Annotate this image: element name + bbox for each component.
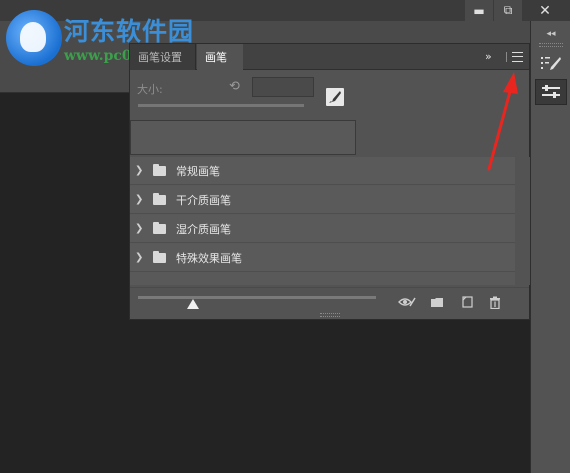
panel-resize-grip[interactable] (320, 313, 340, 317)
reset-icon[interactable]: ⟲ (229, 80, 243, 94)
brushes-panel: 画笔设置 画笔 » 大小: ⟲ ❯ 常规画笔 ❯ 干介质画笔 ❯ 湿介质画笔 ❯… (129, 43, 530, 320)
list-item[interactable]: ❯ 常规画笔 (130, 157, 515, 185)
brush-group-label: 特殊效果画笔 (176, 251, 242, 265)
new-brush-preset-icon (329, 91, 341, 103)
brush-settings-button[interactable] (535, 79, 567, 105)
brush-group-label: 干介质画笔 (176, 193, 231, 207)
tab-brush-settings[interactable]: 画笔设置 (130, 44, 196, 70)
new-brush-icon[interactable] (460, 296, 474, 308)
new-brush-preset-button[interactable] (326, 88, 344, 106)
toggle-brush-preview-icon[interactable] (398, 296, 416, 308)
watermark-logo-icon (6, 10, 62, 66)
close-button[interactable]: ✕ (523, 0, 567, 21)
size-slider[interactable] (138, 104, 304, 107)
brush-panel-icon (541, 57, 561, 70)
list-scrollbar[interactable] (516, 157, 530, 285)
dock-grip[interactable] (539, 43, 563, 47)
restore-icon: ⧉ (503, 3, 513, 17)
brush-panel-button[interactable] (535, 51, 567, 77)
minimize-icon: ▬ (473, 3, 485, 18)
chevron-right-icon[interactable]: ❯ (135, 165, 147, 176)
brush-group-label: 常规画笔 (176, 164, 220, 178)
list-item[interactable]: ❯ 湿介质画笔 (130, 215, 515, 243)
brush-stroke-preview (130, 120, 356, 155)
collapse-dock-button[interactable]: ◂◂ (531, 29, 570, 39)
folder-icon (153, 163, 166, 176)
list-item[interactable]: ❯ 干介质画笔 (130, 186, 515, 214)
new-group-folder-icon[interactable] (430, 296, 444, 308)
preview-size-slider-thumb[interactable] (187, 299, 199, 309)
size-label: 大小: (137, 83, 163, 96)
list-item[interactable]: ❯ 特殊效果画笔 (130, 244, 515, 272)
tab-separator (506, 52, 507, 62)
chevron-right-icon[interactable]: ❯ (135, 223, 147, 234)
right-panel-dock: ◂◂ (530, 21, 570, 473)
folder-icon (153, 221, 166, 234)
close-icon: ✕ (539, 2, 551, 19)
trash-icon[interactable] (488, 296, 502, 310)
chevron-right-icon[interactable]: ❯ (135, 194, 147, 205)
tab-brushes-label: 画笔 (205, 51, 227, 64)
tab-brushes[interactable]: 画笔 (197, 44, 243, 70)
brush-group-list: ❯ 常规画笔 ❯ 干介质画笔 ❯ 湿介质画笔 ❯ 特殊效果画笔 (130, 157, 515, 285)
hamburger-menu-icon[interactable] (512, 52, 523, 62)
size-input[interactable] (252, 77, 314, 97)
folder-icon (153, 250, 166, 263)
double-chevron-right-icon[interactable]: » (485, 44, 492, 70)
panel-tab-bar: 画笔设置 画笔 » (130, 44, 529, 70)
preview-size-slider[interactable] (138, 296, 376, 299)
brush-settings-icon (542, 85, 560, 98)
chevron-right-icon[interactable]: ❯ (135, 252, 147, 263)
brush-group-label: 湿介质画笔 (176, 222, 231, 236)
tab-brush-settings-label: 画笔设置 (138, 51, 182, 64)
minimize-button[interactable]: ▬ (465, 0, 493, 21)
restore-button[interactable]: ⧉ (494, 0, 522, 21)
folder-icon (153, 192, 166, 205)
